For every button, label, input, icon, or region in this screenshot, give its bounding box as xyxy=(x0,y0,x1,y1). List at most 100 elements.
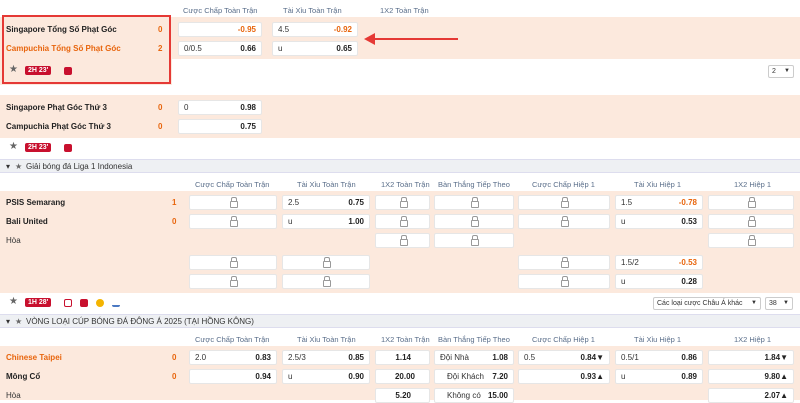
header-h1-overunder: Tài Xỉu Hiệp 1 xyxy=(634,180,682,189)
h1-x12-odds: 1.84▼ xyxy=(764,353,789,362)
favorite-star-icon[interactable]: ★ xyxy=(9,141,18,152)
ou-line: 4.5 xyxy=(278,25,290,34)
next-goal-label: Đội Khách xyxy=(447,372,484,381)
collapse-chevron-icon[interactable]: ▾ xyxy=(6,162,10,171)
away-team-name: Campuchia Phạt Góc Thứ 3 xyxy=(6,122,111,131)
odds-cell-h1ou-1[interactable]: 0.5/1 0.86 xyxy=(615,350,703,365)
live-time-badge: 2H 23' xyxy=(25,143,52,152)
bet-type-select[interactable]: Các loại cược Châu Á khác ▼ xyxy=(653,297,761,310)
next-goal-label: Không có xyxy=(447,391,481,400)
next-goal-odds: 15.00 xyxy=(487,391,508,400)
collapse-chevron-icon[interactable]: ▾ xyxy=(6,317,10,326)
header-overunder: Tài Xỉu Toàn Trận xyxy=(297,180,356,189)
chevron-down-icon: ▼ xyxy=(783,300,789,306)
stats-icon[interactable] xyxy=(64,144,72,152)
lock-icon xyxy=(399,216,408,227)
ou-odds: -0.53 xyxy=(678,258,697,267)
locked-cell xyxy=(375,233,430,248)
lock-icon xyxy=(230,216,238,227)
section2-bg xyxy=(0,95,800,138)
odds-cell-handicap-2[interactable]: 0.75 xyxy=(178,119,262,134)
lock-icon xyxy=(748,216,756,227)
odds-cell-handicap-2[interactable]: 0/0.5 0.66 xyxy=(178,41,262,56)
odds-cell-h1ou-3[interactable]: 1.5/2 -0.53 xyxy=(615,255,703,270)
draw-label: Hòa xyxy=(6,236,21,245)
market-count-select[interactable]: 38 ▼ xyxy=(765,297,793,310)
odds-cell-next-goal-none[interactable]: Không có 15.00 xyxy=(434,388,514,403)
lock-icon xyxy=(561,276,569,287)
lock-icon xyxy=(748,197,756,208)
score-icon[interactable] xyxy=(96,299,104,307)
home-team-name: Chinese Taipei xyxy=(6,353,62,362)
live-time-badge: 1H 28' xyxy=(25,298,52,307)
handicap-line: 0/0.5 xyxy=(184,44,202,53)
odds-cell-ou-2[interactable]: u 1.00 xyxy=(282,214,370,229)
away-score: 0 xyxy=(158,122,163,131)
odds-cell-next-goal-away[interactable]: Đội Khách 7.20 xyxy=(434,369,514,384)
header-handicap: Cược Chấp Toàn Trận xyxy=(183,6,258,15)
odds-cell-h1-1x2-draw[interactable]: 2.07▲ xyxy=(708,388,794,403)
odds-cell-handicap-1[interactable]: 0 0.98 xyxy=(178,100,262,115)
ou-odds: -0.78 xyxy=(678,198,697,207)
lock-icon xyxy=(323,276,331,287)
odds-cell-next-goal-home[interactable]: Đội Nhà 1.08 xyxy=(434,350,514,365)
odds-cell-ou-1[interactable]: 4.5 -0.92 xyxy=(272,22,358,37)
odds-cell-ou-2[interactable]: u 0.65 xyxy=(272,41,358,56)
lock-icon xyxy=(561,216,569,227)
chevron-down-icon: ▼ xyxy=(784,68,790,74)
odds-cell-handicap-1[interactable]: 2.0 0.83 xyxy=(189,350,277,365)
league-header[interactable]: ▾ ★ VÒNG LOẠI CÚP BÓNG ĐÁ ĐÔNG Á 2025 (T… xyxy=(0,314,800,328)
away-score: 0 xyxy=(172,372,177,381)
odds-cell-ou-1[interactable]: 2.5/3 0.85 xyxy=(282,350,370,365)
league-star-icon[interactable]: ★ xyxy=(15,162,22,171)
locked-cell xyxy=(518,195,610,210)
header-next-goal: Bàn Thắng Tiếp Theo xyxy=(438,335,510,344)
header-h1-overunder: Tài Xỉu Hiệp 1 xyxy=(634,335,682,344)
odds-cell-h1ou-1[interactable]: 1.5 -0.78 xyxy=(615,195,703,210)
odds-cell-h1-1x2-away[interactable]: 9.80▲ xyxy=(708,369,794,384)
ou-line: u xyxy=(621,372,626,381)
lock-icon xyxy=(230,276,238,287)
locked-cell xyxy=(708,214,794,229)
locked-cell xyxy=(434,233,514,248)
odds-cell-1x2-away[interactable]: 20.00 xyxy=(375,369,430,384)
locked-cell xyxy=(518,214,610,229)
locked-cell xyxy=(708,195,794,210)
bar-chart-icon[interactable] xyxy=(112,299,120,307)
bet-type-value: Các loại cược Châu Á khác xyxy=(657,300,743,307)
ou-odds: 0.90 xyxy=(348,372,364,381)
lock-icon xyxy=(399,197,408,208)
handicap-line: 2.0 xyxy=(195,353,207,362)
lock-icon xyxy=(230,257,238,268)
odds-cell-handicap-2[interactable]: 0.94 xyxy=(189,369,277,384)
x12-odds: 5.20 xyxy=(395,391,411,400)
draw-label: Hòa xyxy=(6,391,21,400)
odds-cell-handicap-1[interactable]: -0.95 xyxy=(178,22,262,37)
locked-cell xyxy=(282,255,370,270)
header-1x2: 1X2 Toàn Trận xyxy=(381,335,430,344)
league-header[interactable]: ▾ ★ Giải bóng đá Liga 1 Indonesia xyxy=(0,159,800,173)
handicap-odds: 0.93▲ xyxy=(580,372,605,381)
odds-cell-h1-1x2-home[interactable]: 1.84▼ xyxy=(708,350,794,365)
odds-cell-h1ou-2[interactable]: u 0.89 xyxy=(615,369,703,384)
locked-cell xyxy=(189,214,277,229)
league-star-icon[interactable]: ★ xyxy=(15,317,22,326)
lock-icon xyxy=(323,257,331,268)
odds-cell-ou-1[interactable]: 2.5 0.75 xyxy=(282,195,370,210)
grid-icon[interactable] xyxy=(64,299,72,307)
odds-cell-1x2-draw[interactable]: 5.20 xyxy=(375,388,430,403)
stats-icon[interactable] xyxy=(80,299,88,307)
odds-cell-ou-2[interactable]: u 0.90 xyxy=(282,369,370,384)
market-count-select[interactable]: 2 ▼ xyxy=(768,65,794,78)
header-h1-1x2: 1X2 Hiệp 1 xyxy=(734,180,772,189)
home-team-name: Singapore Phạt Góc Thứ 3 xyxy=(6,103,107,112)
ou-line: u xyxy=(288,372,293,381)
odds-cell-h1ou-2[interactable]: u 0.53 xyxy=(615,214,703,229)
header-overunder: Tài Xỉu Toàn Trận xyxy=(283,6,342,15)
odds-cell-1x2-home[interactable]: 1.14 xyxy=(375,350,430,365)
ou-odds: 0.53 xyxy=(681,217,697,226)
favorite-star-icon[interactable]: ★ xyxy=(9,296,18,307)
odds-cell-h1ou-4[interactable]: u 0.28 xyxy=(615,274,703,289)
odds-cell-h1-handicap-2[interactable]: 0.93▲ xyxy=(518,369,610,384)
odds-cell-h1-handicap-1[interactable]: 0.5 0.84▼ xyxy=(518,350,610,365)
